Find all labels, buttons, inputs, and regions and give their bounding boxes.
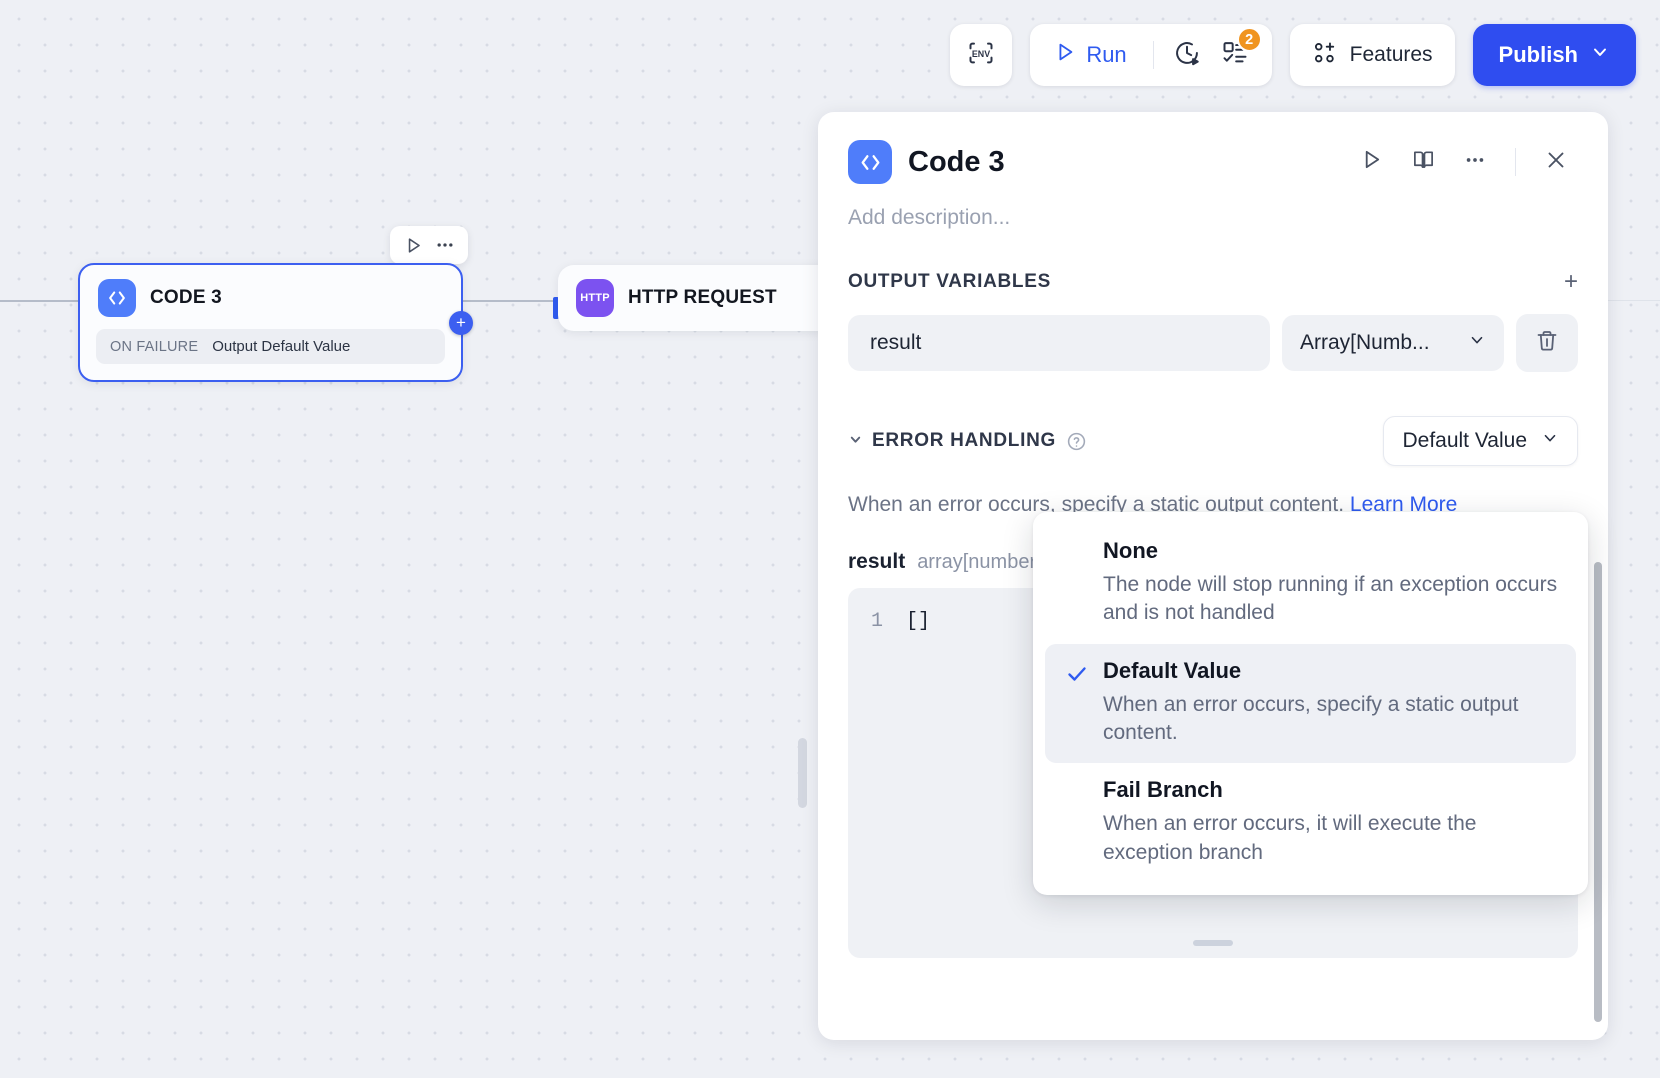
features-icon [1312, 40, 1338, 71]
panel-close-button[interactable] [1534, 140, 1578, 184]
variable-name-input[interactable]: result [848, 315, 1270, 371]
menu-option-description: When an error occurs, it will execute th… [1103, 812, 1477, 864]
panel-header: Code 3 Add description... [818, 112, 1608, 230]
features-label: Features [1349, 43, 1433, 66]
description-input[interactable]: Add description... [848, 206, 1578, 230]
output-variables-title: OUTPUT VARIABLES [848, 271, 1051, 292]
edge-code3-to-http [461, 300, 554, 302]
panel-docs-button[interactable] [1401, 140, 1445, 184]
more-horizontal-icon [1464, 149, 1486, 176]
code-editor-resize-handle[interactable] [1193, 940, 1233, 947]
page-title: Code 3 [908, 145, 1005, 178]
run-bar: Run 2 [1030, 24, 1272, 86]
env-icon: ENV [967, 39, 995, 72]
add-next-node-button[interactable]: + [449, 310, 473, 335]
variable-type-value: Array[Numb... [1300, 331, 1430, 354]
code-icon [848, 140, 892, 184]
node-failure-badge: ON FAILURE Output Default Value [96, 329, 445, 364]
code-icon [98, 279, 136, 317]
run-history-icon [1173, 39, 1201, 72]
variable-type-select[interactable]: Array[Numb... [1282, 315, 1504, 371]
close-icon [1544, 148, 1568, 177]
result-type: array[number] [917, 551, 1042, 574]
play-icon [1054, 41, 1076, 69]
node-badge-value: Output Default Value [212, 338, 351, 355]
book-icon [1412, 148, 1435, 176]
code-content[interactable]: [] [906, 610, 930, 633]
menu-option-default-value[interactable]: Default Value When an error occurs, spec… [1045, 643, 1576, 764]
divider [1515, 148, 1516, 176]
edge-incoming [0, 300, 88, 302]
node-badge-key: ON FAILURE [110, 338, 199, 355]
http-icon: HTTP [576, 279, 614, 317]
chevron-down-icon [1590, 42, 1610, 68]
chevron-down-icon[interactable] [848, 432, 863, 451]
run-history-button[interactable] [1166, 34, 1208, 76]
checklist-button[interactable]: 2 [1214, 27, 1262, 76]
code-line-number: 1 [870, 610, 883, 634]
run-button[interactable]: Run [1046, 37, 1140, 73]
menu-option-label: Default Value [1103, 657, 1242, 683]
panel-more-button[interactable] [1453, 140, 1497, 184]
chevron-down-icon [1468, 331, 1486, 355]
env-button[interactable]: ENV [950, 24, 1013, 86]
plus-icon[interactable]: + [1564, 270, 1578, 294]
error-handling-title: ERROR HANDLING [872, 430, 1056, 451]
svg-text:ENV: ENV [972, 49, 990, 59]
error-handling-select[interactable]: Default Value [1383, 416, 1578, 466]
node-header: CODE 3 [80, 265, 461, 323]
top-toolbar: ENV Run 2 Features Publish [0, 0, 1660, 110]
error-handling-selected-value: Default Value [1402, 429, 1527, 452]
menu-option-none[interactable]: None The node will stop running if an ex… [1045, 524, 1576, 644]
play-icon [1360, 148, 1383, 176]
menu-option-description: The node will stop running if an excepti… [1103, 573, 1558, 625]
divider [1152, 41, 1154, 69]
chevron-down-icon [1541, 429, 1559, 453]
trash-icon [1535, 329, 1559, 358]
node-run-icon[interactable] [400, 232, 426, 258]
menu-option-fail-branch[interactable]: Fail Branch When an error occurs, it wil… [1045, 763, 1576, 883]
node-hover-toolbar[interactable] [390, 226, 468, 264]
node-more-horizontal-icon[interactable] [432, 232, 458, 258]
publish-label: Publish [1498, 42, 1578, 67]
error-handling-dropdown-menu: None The node will stop running if an ex… [1033, 512, 1588, 896]
node-title: HTTP REQUEST [628, 287, 777, 308]
help-circle-icon[interactable] [1066, 431, 1087, 452]
publish-button[interactable]: Publish [1472, 24, 1636, 86]
menu-option-label: None [1103, 538, 1158, 563]
panel-actions [1349, 140, 1578, 184]
node-title: CODE 3 [150, 287, 222, 308]
output-variable-row: result Array[Numb... [848, 314, 1578, 372]
delete-variable-button[interactable] [1516, 314, 1578, 372]
features-button[interactable]: Features [1289, 24, 1455, 86]
menu-option-label: Fail Branch [1103, 777, 1223, 803]
error-handling-section-header: ERROR HANDLING Default Value [848, 416, 1578, 466]
canvas-node-code-3[interactable]: CODE 3 ON FAILURE Output Default Value + [78, 263, 473, 382]
canvas-scrollbar[interactable] [798, 738, 807, 808]
checklist-badge: 2 [1236, 27, 1262, 52]
panel-run-button[interactable] [1349, 140, 1393, 184]
check-icon [1065, 662, 1089, 691]
output-variables-section-header: OUTPUT VARIABLES + [848, 264, 1578, 294]
run-label: Run [1086, 42, 1127, 67]
panel-scrollbar[interactable] [1594, 562, 1602, 1022]
result-key: result [848, 550, 906, 574]
menu-option-description: When an error occurs, specify a static o… [1103, 692, 1519, 745]
